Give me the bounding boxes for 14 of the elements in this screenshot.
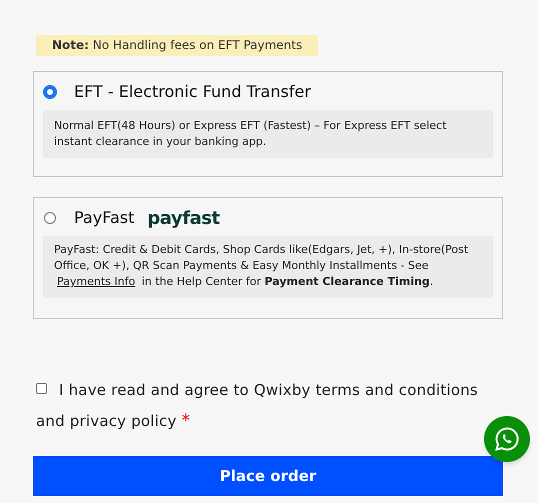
payment-method-title: PayFast [74, 207, 134, 229]
payment-description: Normal EFT(48 Hours) or Express EFT (Fastest) – For Express EFT select instant clearance in your banking app. [43, 110, 493, 158]
chat-bubble-phone-icon [494, 426, 520, 452]
terms-checkbox[interactable]: I have read and agree to Qwixby terms and conditions and privacy policy * [33, 375, 503, 437]
whatsapp-button[interactable] [484, 416, 530, 462]
radio-button[interactable] [44, 86, 56, 98]
place-order-button[interactable]: Place order [33, 456, 503, 496]
note-label: Note: [52, 38, 89, 52]
radio-button[interactable] [44, 212, 56, 224]
payfast-logo: payfast [147, 206, 220, 230]
payments-info-link[interactable]: Payments Info [54, 275, 138, 288]
payment-description: PayFast: Credit & Debit Cards, Shop Cards like(Edgars, Jet, +), In-store(Post Office, OK +), QR Scan Payments & Easy Monthly Installments - See Payments Info in the Help Center for Payment Clearance Timing. [54, 242, 470, 290]
payment-method-title: EFT - Electronic Fund Transfer [74, 81, 311, 103]
note-text: No Handling fees on EFT Payments [92, 38, 302, 52]
